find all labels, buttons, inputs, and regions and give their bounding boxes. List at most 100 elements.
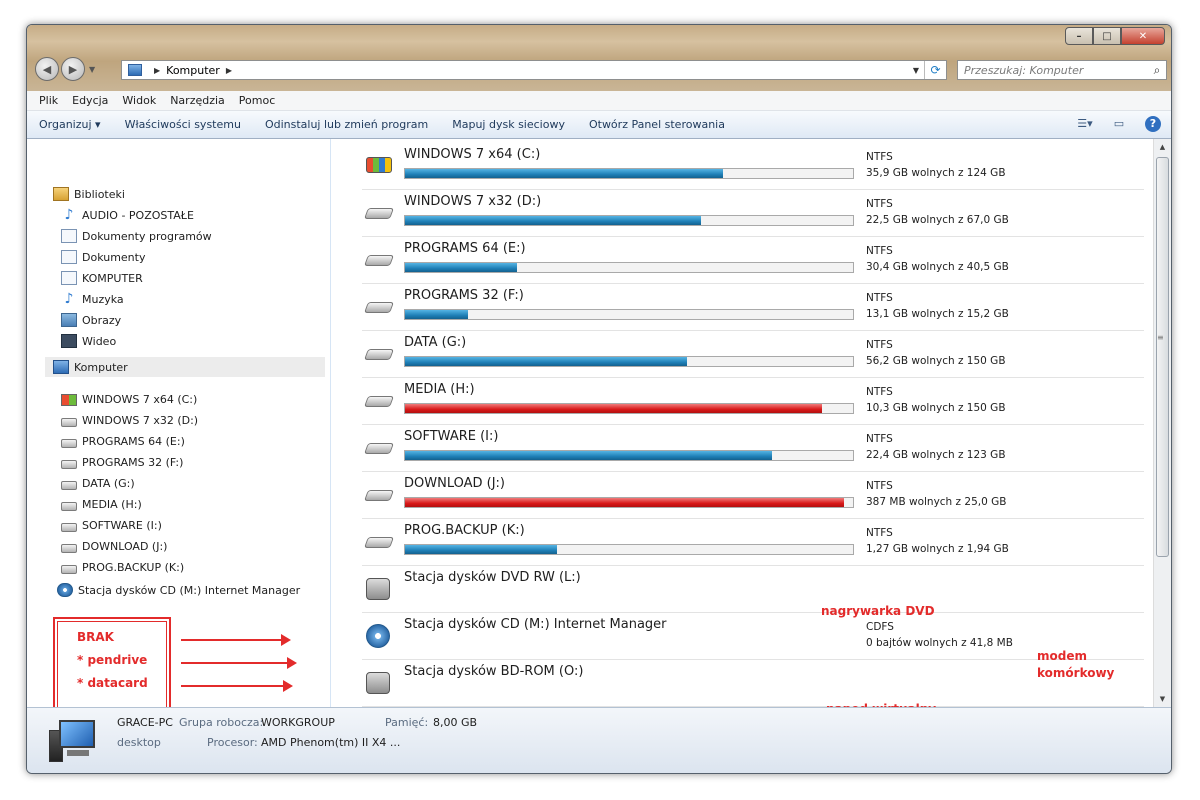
hard-drive-icon <box>61 480 77 490</box>
sidebar-item-label: Biblioteki <box>74 187 125 201</box>
sidebar-drive-f[interactable]: PROGRAMS 32 (F:) <box>61 456 183 469</box>
search-box[interactable]: Przeszukaj: Komputer ⌕ <box>957 60 1167 80</box>
usage-fill <box>405 357 688 366</box>
pc-icon <box>49 720 99 764</box>
usage-fill <box>405 169 724 178</box>
close-button[interactable]: ✕ <box>1121 27 1165 45</box>
preview-pane-icon[interactable]: ▭ <box>1111 117 1127 131</box>
sidebar-drive-c[interactable]: WINDOWS 7 x64 (C:) <box>61 393 197 406</box>
sidebar-libraries[interactable]: Biblioteki <box>53 187 125 201</box>
drive-row[interactable]: Stacja dysków CD (M:) Internet Manager CD… <box>362 613 1144 660</box>
drive-row[interactable]: PROGRAMS 64 (E:) NTFS 30,4 GB wolnych z 40… <box>362 237 1144 284</box>
forward-button[interactable]: ▶ <box>61 57 85 81</box>
change-view-icon[interactable]: ☰▾ <box>1077 117 1093 131</box>
address-bar[interactable]: ▶ Komputer ▶ ▼ ⟳ <box>121 60 947 80</box>
filesystem-label: NTFS <box>866 151 893 163</box>
hard-drive-icon <box>61 438 77 448</box>
sidebar-item-video[interactable]: Wideo <box>61 334 116 348</box>
sidebar-item-pictures[interactable]: Obrazy <box>61 313 121 327</box>
refresh-icon[interactable]: ⟳ <box>924 61 946 79</box>
explorer-window: – □ ✕ ◀ ▶ ▼ ▶ Komputer ▶ ▼ ⟳ Przeszukaj:… <box>26 24 1172 774</box>
search-icon[interactable]: ⌕ <box>1148 63 1166 78</box>
sidebar-item-label: Komputer <box>74 360 128 374</box>
dvd-drive-icon <box>366 578 390 600</box>
breadcrumb-chevron-icon[interactable]: ▶ <box>226 66 232 75</box>
document-icon <box>61 250 77 264</box>
help-icon[interactable]: ? <box>1145 116 1161 132</box>
hard-drive-icon <box>363 208 395 219</box>
menu-file[interactable]: Plik <box>39 94 58 107</box>
drive-row[interactable]: DATA (G:) NTFS 56,2 GB wolnych z 150 GB <box>362 331 1144 378</box>
sidebar-item-label: WINDOWS 7 x64 (C:) <box>82 393 198 406</box>
menu-view[interactable]: Widok <box>122 94 156 107</box>
drive-row[interactable]: PROGRAMS 32 (F:) NTFS 13,1 GB wolnych z 15… <box>362 284 1144 331</box>
drive-row[interactable]: DOWNLOAD (J:) NTFS 387 MB wolnych z 25,0 G… <box>362 472 1144 519</box>
arrow-right-icon: ▶ <box>68 62 78 76</box>
uninstall-program-button[interactable]: Odinstaluj lub zmień program <box>265 118 428 131</box>
sidebar-item-audio[interactable]: ♪ AUDIO - POZOSTAŁE <box>61 208 194 222</box>
free-space-label: 30,4 GB wolnych z 40,5 GB <box>866 261 1009 273</box>
annotation-pendrive: * pendrive <box>77 653 148 667</box>
usage-bar <box>404 262 854 273</box>
sidebar-item-program-docs[interactable]: Dokumenty programów <box>61 229 212 243</box>
sidebar-item-music[interactable]: ♪ Muzyka <box>61 292 124 306</box>
filesystem-label: NTFS <box>866 433 893 445</box>
address-dropdown-icon[interactable]: ▼ <box>908 66 924 75</box>
usage-bar <box>404 215 854 226</box>
usage-bar <box>404 450 854 461</box>
drive-row[interactable]: Stacja dysków DVD RW (L:) <box>362 566 1144 613</box>
sidebar-drive-e[interactable]: PROGRAMS 64 (E:) <box>61 435 185 448</box>
usage-fill <box>405 216 701 225</box>
sidebar-item-label: Obrazy <box>82 313 122 327</box>
minimize-button[interactable]: – <box>1065 27 1093 45</box>
vertical-scrollbar[interactable]: ▲ ≡ ▼ <box>1153 139 1171 707</box>
view-controls: ☰▾ ▭ ? <box>1059 116 1161 132</box>
sidebar-drive-i[interactable]: SOFTWARE (I:) <box>61 519 162 532</box>
sidebar-drive-g[interactable]: DATA (G:) <box>61 477 135 490</box>
usage-fill <box>405 310 468 319</box>
sidebar-item-komputer-lib[interactable]: KOMPUTER <box>61 271 143 285</box>
filesystem-label: NTFS <box>866 198 893 210</box>
open-control-panel-button[interactable]: Otwórz Panel sterowania <box>589 118 725 131</box>
details-pane: GRACE-PC Grupa robocza: WORKGROUP Pamięć… <box>27 707 1171 773</box>
drive-row[interactable]: PROG.BACKUP (K:) NTFS 1,27 GB wolnych z 1,… <box>362 519 1144 566</box>
usage-bar <box>404 309 854 320</box>
pc-stand <box>67 750 89 756</box>
menu-tools[interactable]: Narzędzia <box>170 94 225 107</box>
sidebar-drive-d[interactable]: WINDOWS 7 x32 (D:) <box>61 414 198 427</box>
scroll-thumb[interactable] <box>1156 157 1169 557</box>
map-network-drive-button[interactable]: Mapuj dysk sieciowy <box>452 118 565 131</box>
scroll-up-icon[interactable]: ▲ <box>1154 139 1171 155</box>
system-properties-button[interactable]: Właściwości systemu <box>125 118 241 131</box>
scroll-down-icon[interactable]: ▼ <box>1154 691 1171 707</box>
sidebar-item-label: KOMPUTER <box>82 271 143 285</box>
sidebar-drive-h[interactable]: MEDIA (H:) <box>61 498 142 511</box>
organize-button[interactable]: Organizuj ▾ <box>39 118 101 131</box>
drive-row[interactable]: WINDOWS 7 x64 (C:) NTFS 35,9 GB wolnych z … <box>362 143 1144 190</box>
sidebar-drive-m[interactable]: Stacja dysków CD (M:) Internet Manager <box>57 583 300 597</box>
windows-drive-icon <box>61 393 77 406</box>
recent-pages-dropdown[interactable]: ▼ <box>89 65 95 74</box>
drive-row[interactable]: SOFTWARE (I:) NTFS 22,4 GB wolnych z 123 G… <box>362 425 1144 472</box>
breadcrumb-computer[interactable]: Komputer <box>166 64 220 77</box>
drive-row[interactable]: MEDIA (H:) NTFS 10,3 GB wolnych z 150 GB <box>362 378 1144 425</box>
search-input[interactable]: Przeszukaj: Komputer <box>964 64 1148 77</box>
sidebar-drive-j[interactable]: DOWNLOAD (J:) <box>61 540 167 553</box>
drive-row[interactable]: WINDOWS 7 x32 (D:) NTFS 22,5 GB wolnych z … <box>362 190 1144 237</box>
usage-bar <box>404 497 854 508</box>
computer-icon <box>128 64 142 76</box>
maximize-button[interactable]: □ <box>1093 27 1121 45</box>
sidebar-computer[interactable]: Komputer <box>45 357 325 377</box>
menu-help[interactable]: Pomoc <box>239 94 275 107</box>
breadcrumb-chevron-icon[interactable]: ▶ <box>154 66 160 75</box>
sidebar-drive-k[interactable]: PROG.BACKUP (K:) <box>61 561 184 574</box>
hard-drive-icon <box>363 302 395 313</box>
sidebar-item-label: Wideo <box>82 334 117 348</box>
sidebar-item-documents[interactable]: Dokumenty <box>61 250 145 264</box>
back-button[interactable]: ◀ <box>35 57 59 81</box>
hard-drive-icon <box>363 396 395 407</box>
drive-row[interactable]: Stacja dysków BD-ROM (O:) <box>362 660 1144 707</box>
pc-name: GRACE-PC <box>117 716 173 729</box>
menu-edit[interactable]: Edycja <box>72 94 108 107</box>
memory-value: 8,00 GB <box>433 716 478 729</box>
